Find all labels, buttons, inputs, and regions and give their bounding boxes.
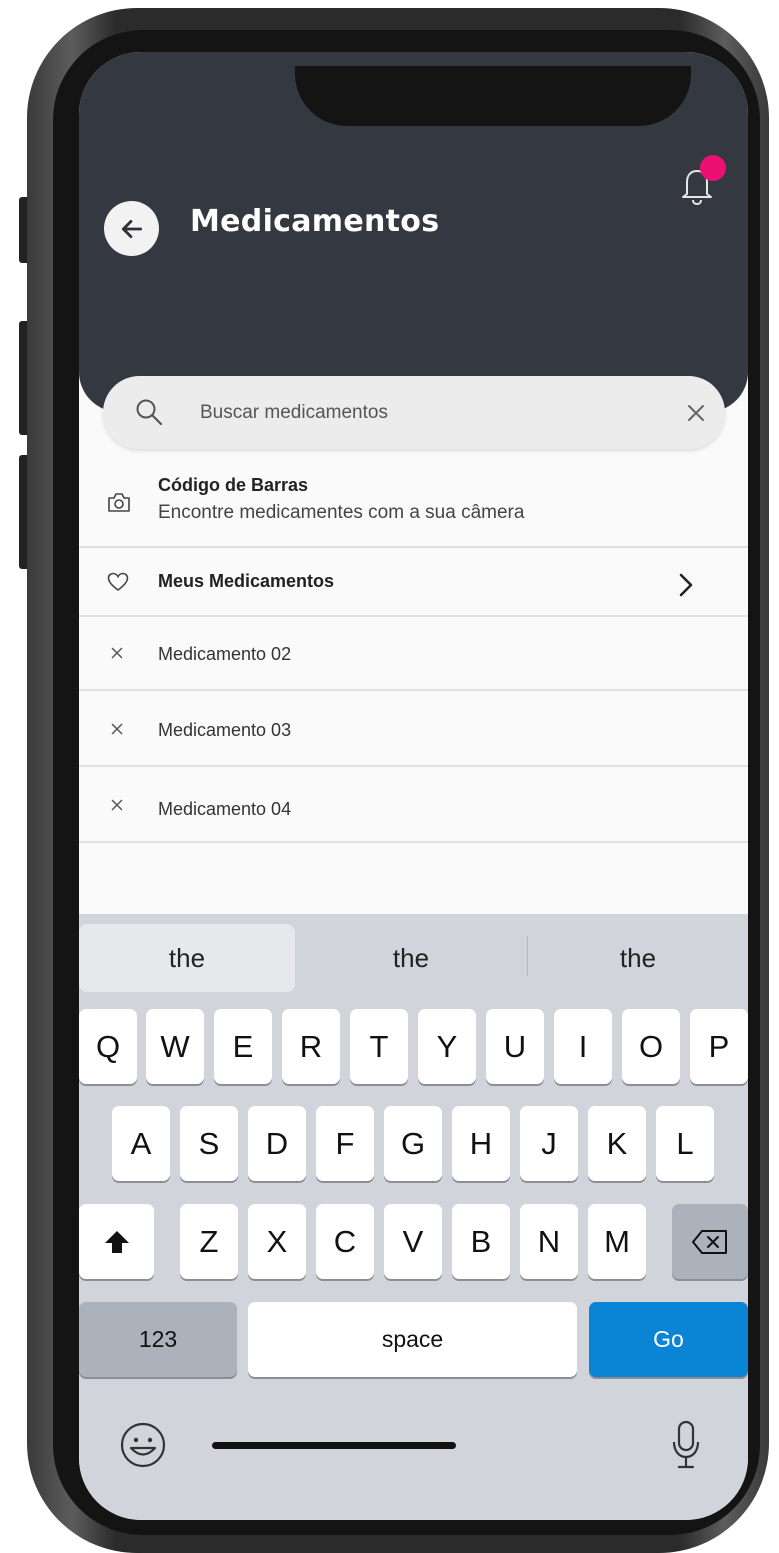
shift-icon [104,1230,129,1253]
search-icon [136,399,163,426]
key[interactable]: Z [180,1204,238,1279]
page-title: Medicamentos [190,204,440,239]
recent-item-label: Medicamento 04 [158,799,292,819]
notch [295,66,691,126]
remove-icon[interactable] [110,646,124,660]
emoji-icon[interactable] [119,1421,167,1469]
key[interactable]: D [248,1106,306,1181]
key[interactable]: M [588,1204,646,1279]
screen: Medicamentos Código de Barras Encontre m… [79,52,748,1520]
suggestion[interactable]: the [79,924,295,992]
home-indicator[interactable] [212,1442,456,1449]
key[interactable]: I [554,1009,612,1084]
key[interactable]: N [520,1204,578,1279]
recent-item-label: Medicamento 03 [158,720,292,740]
key[interactable]: P [690,1009,748,1084]
microphone-icon[interactable] [671,1419,701,1471]
space-key[interactable]: space [248,1302,577,1377]
barcode-item[interactable]: Código de Barras Encontre medicamentes c… [79,457,748,548]
key[interactable]: O [622,1009,680,1084]
remove-icon[interactable] [110,722,124,736]
key[interactable]: C [316,1204,374,1279]
suggestion[interactable]: the [295,924,527,992]
key[interactable]: L [656,1106,714,1181]
key[interactable]: V [384,1204,442,1279]
notification-badge [700,155,726,181]
recent-item[interactable]: Medicamento 04 [79,767,748,843]
barcode-title: Código de Barras [158,475,309,495]
favorites-item[interactable]: Meus Medicamentos [79,548,748,617]
key[interactable]: F [316,1106,374,1181]
camera-icon [108,493,130,512]
keyboard: the the the Q W E R T Y U I O P A S D F … [79,914,748,1520]
key[interactable]: R [282,1009,340,1084]
key[interactable]: W [146,1009,204,1084]
arrow-left-icon [121,219,142,238]
key[interactable]: G [384,1106,442,1181]
barcode-subtitle: Encontre medicamentes com a sua câmera [158,502,525,523]
clear-search-icon[interactable] [683,400,709,426]
key[interactable]: U [486,1009,544,1084]
key[interactable]: A [112,1106,170,1181]
key[interactable]: Y [418,1009,476,1084]
key[interactable]: H [452,1106,510,1181]
shift-key[interactable] [79,1204,154,1279]
search-bar[interactable] [103,376,725,449]
backspace-icon [692,1229,727,1254]
key[interactable]: S [180,1106,238,1181]
backspace-key[interactable] [672,1204,748,1279]
key[interactable]: Q [79,1009,137,1084]
key[interactable]: T [350,1009,408,1084]
remove-icon[interactable] [110,798,124,812]
back-button[interactable] [104,201,159,256]
heart-icon [107,572,129,591]
numbers-key[interactable]: 123 [79,1302,237,1377]
key[interactable]: E [214,1009,272,1084]
recent-item-label: Medicamento 02 [158,644,292,664]
recent-item[interactable]: Medicamento 02 [79,617,748,691]
chevron-right-icon [679,573,693,597]
key[interactable]: X [248,1204,306,1279]
search-input[interactable] [198,396,642,430]
go-key[interactable]: Go [589,1302,748,1377]
key[interactable]: K [588,1106,646,1181]
key[interactable]: B [452,1204,510,1279]
favorites-title: Meus Medicamentos [158,571,335,591]
key[interactable]: J [520,1106,578,1181]
suggestion[interactable]: the [528,924,748,992]
recent-item[interactable]: Medicamento 03 [79,691,748,767]
